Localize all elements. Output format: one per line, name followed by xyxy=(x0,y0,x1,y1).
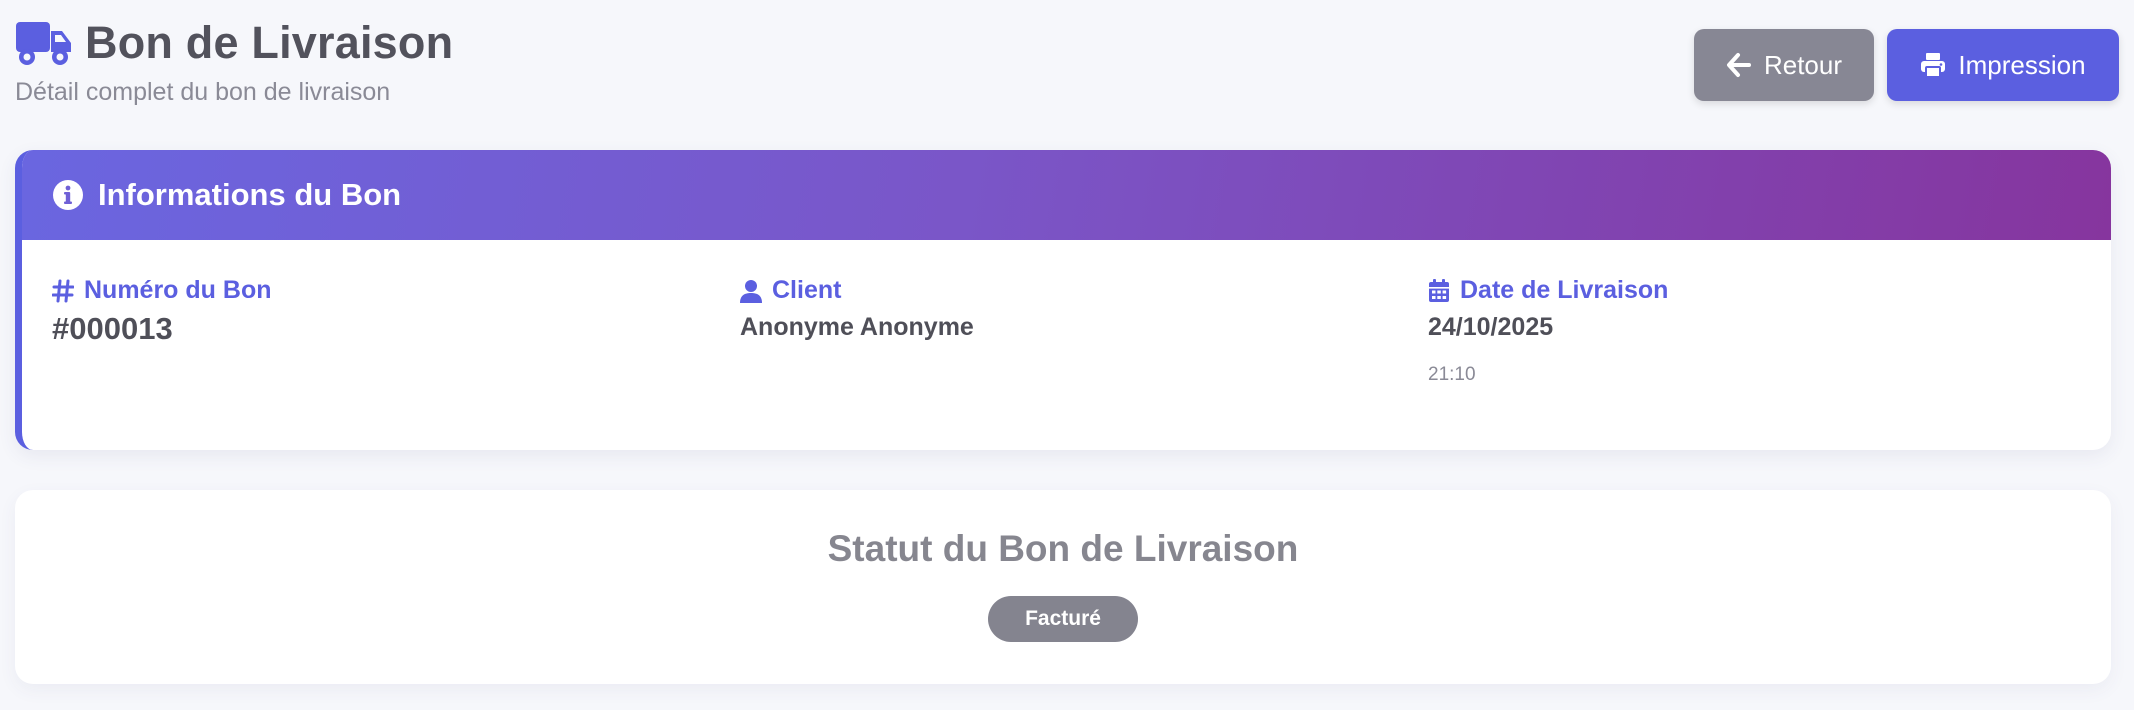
info-card: Informations du Bon Numéro du Bon #00001… xyxy=(15,150,2111,450)
delivery-time-value: 21:10 xyxy=(1428,364,1476,385)
field-label: Numéro du Bon xyxy=(52,276,272,305)
calendar-icon xyxy=(1429,278,1449,302)
status-card: Statut du Bon de Livraison Facturé xyxy=(15,490,2111,684)
info-card-title: Informations du Bon xyxy=(98,177,402,212)
print-button[interactable]: Impression xyxy=(1887,29,2119,101)
delivery-date-label: Date de Livraison xyxy=(1460,276,1669,304)
client-label: Client xyxy=(772,276,842,304)
page-title: Bon de Livraison xyxy=(85,17,454,68)
delivery-number-value: #000013 xyxy=(52,311,173,346)
back-button-label: Retour xyxy=(1763,49,1843,80)
info-circle-icon xyxy=(53,180,83,210)
header-actions: Retour Impression xyxy=(1694,29,2119,101)
truck-icon xyxy=(16,22,71,65)
info-grid: Numéro du Bon #000013 Client Anonyme Ano… xyxy=(22,240,2111,450)
delivery-date-value: 24/10/2025 xyxy=(1428,313,1554,341)
arrow-left-icon xyxy=(1726,53,1751,77)
field-label: Date de Livraison xyxy=(1428,276,1668,305)
status-title: Statut du Bon de Livraison xyxy=(827,528,1299,569)
field-delivery-number: Numéro du Bon #000013 xyxy=(52,276,272,347)
field-label: Client xyxy=(740,276,974,305)
page-header: Bon de Livraison Détail complet du bon d… xyxy=(15,17,2119,108)
field-client: Client Anonyme Anonyme xyxy=(740,276,974,342)
user-icon xyxy=(740,279,762,303)
field-delivery-date: Date de Livraison 24/10/2025 21:10 xyxy=(1428,276,1668,386)
info-card-header: Informations du Bon xyxy=(22,150,2111,240)
hash-icon xyxy=(52,279,74,302)
delivery-number-label: Numéro du Bon xyxy=(84,276,272,304)
printer-icon xyxy=(1921,53,1946,78)
client-value: Anonyme Anonyme xyxy=(740,313,974,341)
status-badge: Facturé xyxy=(988,596,1138,642)
back-button[interactable]: Retour xyxy=(1694,29,1874,101)
print-button-label: Impression xyxy=(1958,49,2086,80)
